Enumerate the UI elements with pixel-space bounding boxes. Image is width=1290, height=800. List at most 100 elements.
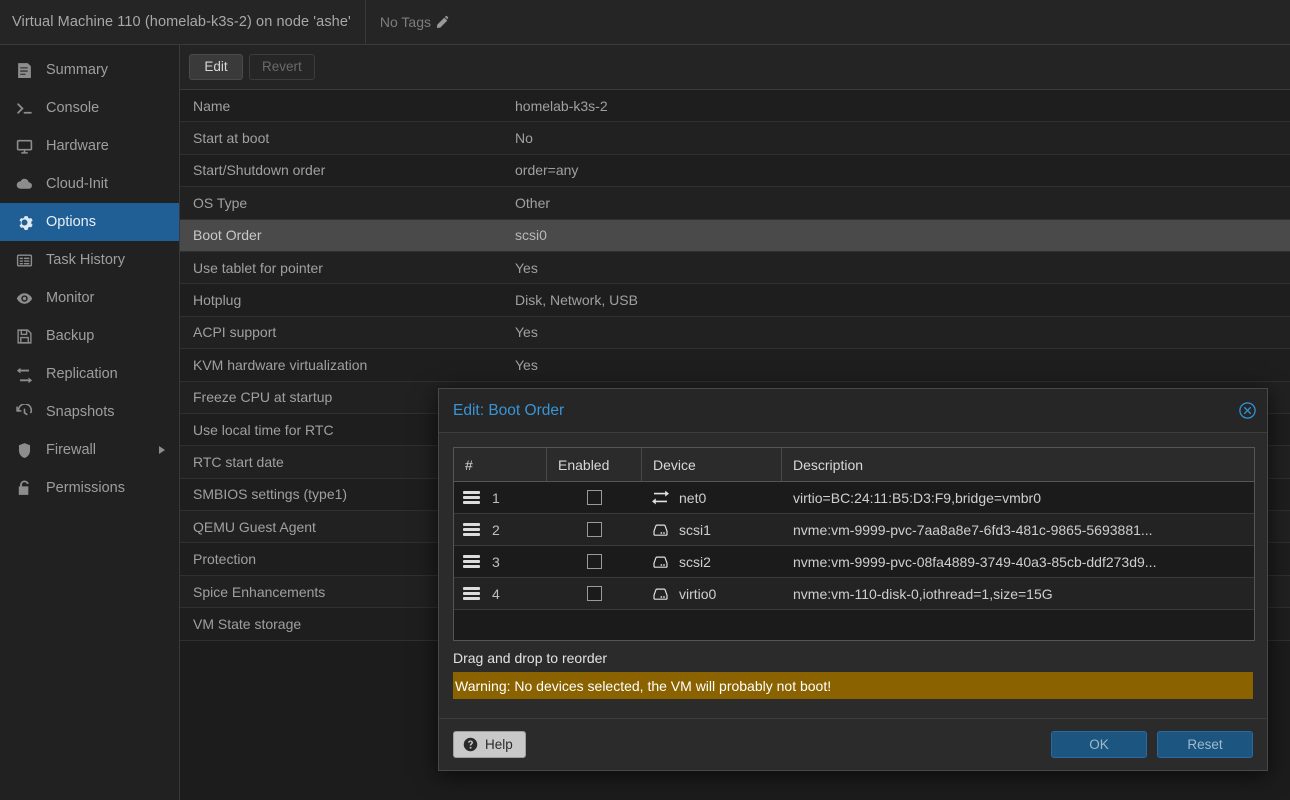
options-row[interactable]: Use tablet for pointerYes: [180, 252, 1290, 284]
options-row[interactable]: Namehomelab-k3s-2: [180, 90, 1290, 122]
sidebar-item-snapshots[interactable]: Snapshots: [0, 393, 179, 431]
options-row[interactable]: HotplugDisk, Network, USB: [180, 284, 1290, 316]
summary-icon: [14, 60, 34, 80]
column-header-device: Device: [642, 448, 782, 481]
sidebar-item-firewall[interactable]: Firewall: [0, 431, 179, 469]
boot-row-number: 4: [492, 586, 500, 602]
boot-row-enabled-cell: [547, 522, 642, 537]
option-key: OS Type: [180, 195, 515, 211]
option-value: scsi0: [515, 227, 547, 243]
sidebar-item-hardware[interactable]: Hardware: [0, 127, 179, 165]
help-button[interactable]: Help: [453, 731, 526, 758]
sidebar-item-summary[interactable]: Summary: [0, 51, 179, 89]
boot-row-description: nvme:vm-9999-pvc-08fa4889-3749-40a3-85cb…: [782, 554, 1254, 570]
ok-button[interactable]: OK: [1051, 731, 1147, 758]
eye-icon: [14, 288, 34, 308]
boot-table-row[interactable]: 1net0virtio=BC:24:11:B5:D3:F9,bridge=vmb…: [454, 482, 1254, 514]
sidebar-item-label: Options: [46, 214, 96, 230]
boot-row-order-cell: 1: [454, 490, 547, 506]
enabled-checkbox[interactable]: [587, 554, 602, 569]
options-toolbar: Edit Revert: [180, 45, 1290, 90]
sidebar-item-label: Replication: [46, 366, 118, 382]
console-icon: [14, 98, 34, 118]
question-circle-icon: [463, 737, 478, 752]
boot-row-enabled-cell: [547, 554, 642, 569]
dialog-actions: OK Reset: [1051, 731, 1253, 758]
gear-icon: [14, 212, 34, 232]
column-header-desc: Description: [782, 448, 1254, 481]
boot-row-device-cell: virtio0: [642, 586, 782, 602]
option-key: ACPI support: [180, 324, 515, 340]
sidebar-item-options[interactable]: Options: [0, 203, 179, 241]
edit-boot-order-dialog: Edit: Boot Order # Enabled Device Descri…: [438, 388, 1268, 771]
network-exchange-icon: [652, 490, 669, 505]
options-row[interactable]: Boot Orderscsi0: [180, 220, 1290, 252]
sidebar-item-label: Monitor: [46, 290, 94, 306]
tags-label: No Tags: [380, 14, 431, 30]
boot-row-order-cell: 3: [454, 554, 547, 570]
boot-row-enabled-cell: [547, 586, 642, 601]
sidebar-item-monitor[interactable]: Monitor: [0, 279, 179, 317]
pencil-icon[interactable]: [436, 15, 450, 29]
revert-button: Revert: [249, 54, 315, 80]
sidebar-item-label: Firewall: [46, 442, 96, 458]
close-circle-icon[interactable]: [1238, 401, 1257, 420]
drag-handle-icon[interactable]: [463, 587, 480, 600]
enabled-checkbox[interactable]: [587, 490, 602, 505]
drag-handle-icon[interactable]: [463, 523, 480, 536]
option-key: Hotplug: [180, 292, 515, 308]
boot-table-header: # Enabled Device Description: [454, 448, 1254, 482]
boot-table-row[interactable]: 4 virtio0nvme:vm-110-disk-0,iothread=1,si…: [454, 578, 1254, 610]
chevron-right-icon: [159, 446, 165, 454]
floppy-icon: [14, 326, 34, 346]
sidebar-item-console[interactable]: Console: [0, 89, 179, 127]
options-row[interactable]: OS TypeOther: [180, 187, 1290, 219]
edit-button[interactable]: Edit: [189, 54, 243, 80]
boot-row-number: 3: [492, 554, 500, 570]
drag-handle-icon[interactable]: [463, 555, 480, 568]
dialog-title: Edit: Boot Order: [453, 402, 564, 420]
cloud-icon: [14, 174, 34, 194]
boot-row-device-cell: scsi2: [642, 554, 782, 570]
boot-table-row[interactable]: 3 scsi2 nvme:vm-9999-pvc-08fa4889-3749-40a…: [454, 546, 1254, 578]
shield-icon: [14, 440, 34, 460]
sidebar: Summary Console Hardware Cloud-Init Opti: [0, 45, 180, 800]
boot-row-device-cell: scsi1: [642, 522, 782, 538]
option-value: homelab-k3s-2: [515, 98, 608, 114]
dialog-footer: Help OK Reset: [439, 718, 1267, 770]
sidebar-item-task-history[interactable]: Task History: [0, 241, 179, 279]
boot-table-empty-area: [454, 610, 1254, 640]
harddisk-icon: [652, 586, 669, 601]
sidebar-item-replication[interactable]: Replication: [0, 355, 179, 393]
enabled-checkbox[interactable]: [587, 586, 602, 601]
list-icon: [14, 250, 34, 270]
tags-area[interactable]: No Tags: [380, 14, 450, 30]
boot-row-device-name: scsi2: [679, 554, 711, 570]
option-value: order=any: [515, 162, 578, 178]
options-row[interactable]: Start at bootNo: [180, 122, 1290, 154]
boot-table-row[interactable]: 2scsi1nvme:vm-9999-pvc-7aa8a8e7-6fd3-481…: [454, 514, 1254, 546]
sidebar-item-label: Task History: [46, 252, 125, 268]
boot-row-number: 2: [492, 522, 500, 538]
option-key: Start/Shutdown order: [180, 162, 515, 178]
drag-handle-icon[interactable]: [463, 491, 480, 504]
boot-row-order-cell: 2: [454, 522, 547, 538]
reset-button[interactable]: Reset: [1157, 731, 1253, 758]
page-title: Virtual Machine 110 (homelab-k3s-2) on n…: [12, 14, 351, 30]
boot-row-description: nvme:vm-110-disk-0,iothread=1,size=15G: [782, 586, 1254, 602]
monitor-icon: [14, 136, 34, 156]
sidebar-item-permissions[interactable]: Permissions: [0, 469, 179, 507]
boot-row-device-name: scsi1: [679, 522, 711, 538]
window-header: Virtual Machine 110 (homelab-k3s-2) on n…: [0, 0, 1290, 45]
sidebar-item-backup[interactable]: Backup: [0, 317, 179, 355]
options-row[interactable]: Start/Shutdown orderorder=any: [180, 155, 1290, 187]
options-row[interactable]: ACPI supportYes: [180, 317, 1290, 349]
option-key: Start at boot: [180, 130, 515, 146]
enabled-checkbox[interactable]: [587, 522, 602, 537]
replication-icon: [14, 364, 34, 384]
options-row[interactable]: KVM hardware virtualizationYes: [180, 349, 1290, 381]
sidebar-item-cloud-init[interactable]: Cloud-Init: [0, 165, 179, 203]
unlock-icon: [14, 478, 34, 498]
option-key: Name: [180, 98, 515, 114]
boot-row-number: 1: [492, 490, 500, 506]
